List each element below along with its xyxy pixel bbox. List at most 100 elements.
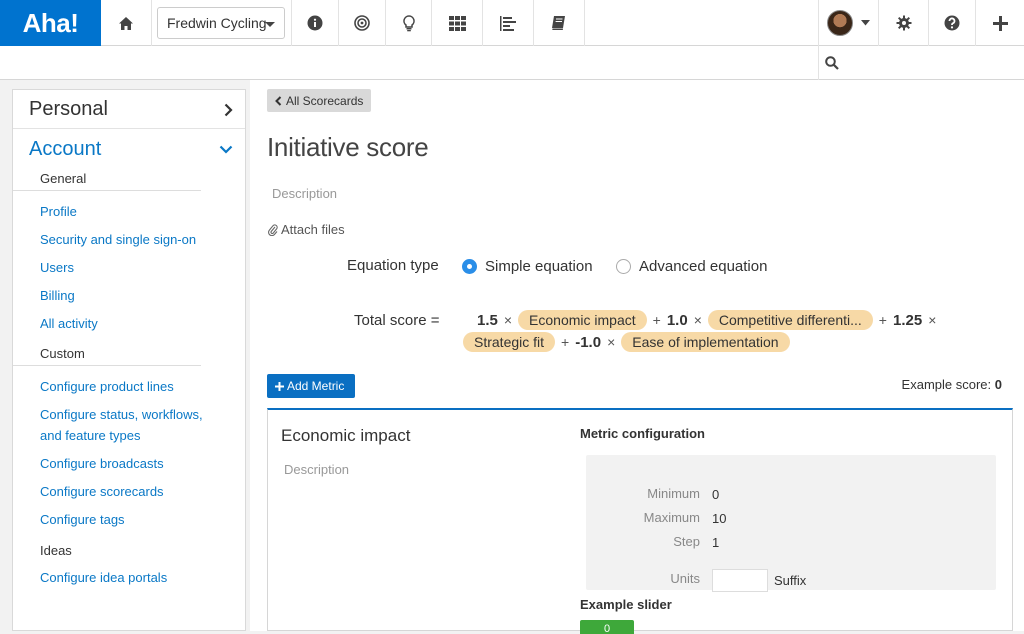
workspace-name: Fredwin Cycling — [167, 15, 267, 31]
minimum-value[interactable]: 0 — [712, 487, 719, 502]
sidebar-account[interactable]: Account — [13, 129, 245, 169]
top-navigation-bar: Aha! Fredwin Cycling — [0, 0, 1024, 46]
term-weight[interactable]: -1.0 — [575, 334, 601, 351]
example-score-value: 0 — [994, 377, 1002, 392]
user-menu[interactable] — [818, 0, 879, 46]
attach-files-label: Attach files — [281, 222, 345, 237]
metric-pill[interactable]: Ease of implementation — [621, 332, 790, 352]
sidebar-section-custom: Custom — [13, 338, 201, 366]
attach-files-link[interactable]: Attach files — [268, 222, 345, 237]
sidebar-link-billing[interactable]: Billing — [13, 282, 213, 310]
info-icon[interactable] — [291, 0, 339, 46]
units-input[interactable] — [712, 569, 768, 592]
page-title[interactable]: Initiative score — [267, 132, 429, 163]
formula-line-1: 1.5 × Economic impact + 1.0 × Competitiv… — [477, 310, 936, 330]
metric-name[interactable]: Economic impact — [281, 426, 410, 446]
sidebar-link-tags[interactable]: Configure tags — [13, 506, 213, 534]
radio-simple-equation[interactable]: Simple equation — [462, 258, 593, 275]
chevron-down-icon — [265, 22, 275, 27]
metric-config-heading: Metric configuration — [580, 426, 705, 441]
description-field[interactable]: Description — [272, 186, 337, 201]
secondary-bar — [0, 46, 1024, 80]
chevron-right-icon — [224, 103, 233, 117]
units-label: Units — [670, 571, 700, 586]
back-label: All Scorecards — [286, 93, 364, 108]
search-box[interactable] — [818, 46, 1024, 80]
sidebar-section-ideas: Ideas — [40, 543, 72, 558]
maximum-value[interactable]: 10 — [712, 511, 726, 526]
aha-logo[interactable]: Aha! — [0, 0, 101, 46]
sidebar-personal[interactable]: Personal — [13, 90, 245, 129]
equation-type-label: Equation type — [347, 257, 439, 274]
lightbulb-icon[interactable] — [386, 0, 432, 46]
example-slider-heading: Example slider — [580, 597, 672, 612]
term-weight[interactable]: 1.5 — [477, 312, 498, 329]
units-row: Units — [586, 571, 700, 589]
gear-icon[interactable] — [879, 0, 929, 46]
radio-unchecked-icon — [616, 259, 631, 274]
multiply-sign: × — [607, 334, 616, 350]
sidebar-link-idea-portals[interactable]: Configure idea portals — [13, 564, 213, 592]
term-weight[interactable]: 1.0 — [667, 312, 688, 329]
sidebar-personal-label: Personal — [29, 97, 108, 120]
sidebar-link-users[interactable]: Users — [13, 254, 213, 282]
sidebar-link-broadcasts[interactable]: Configure broadcasts — [13, 450, 213, 478]
sidebar-link-product-lines[interactable]: Configure product lines — [13, 373, 213, 401]
metric-pill[interactable]: Strategic fit — [463, 332, 556, 352]
metric-pill[interactable]: Competitive differenti... — [707, 310, 873, 330]
metric-card: Economic impact Description Metric confi… — [267, 408, 1013, 634]
example-score: Example score: 0 — [902, 377, 1002, 392]
sidebar-link-all-activity[interactable]: All activity — [13, 310, 213, 338]
chevron-down-icon — [861, 20, 870, 26]
grid-icon[interactable] — [432, 0, 483, 46]
multiply-sign: × — [693, 312, 702, 328]
radio-simple-label: Simple equation — [485, 258, 593, 275]
workspace-selector[interactable]: Fredwin Cycling — [157, 7, 285, 39]
plus-sign: + — [878, 312, 887, 328]
example-slider-handle[interactable]: 0 — [580, 620, 634, 634]
total-score-label: Total score = — [354, 312, 440, 329]
example-score-label: Example score: — [901, 377, 992, 392]
chevron-left-icon — [275, 95, 282, 106]
suffix-label: Suffix — [774, 573, 807, 588]
maximum-row: Maximum — [586, 510, 700, 528]
target-icon[interactable] — [339, 0, 386, 46]
radio-advanced-equation[interactable]: Advanced equation — [616, 258, 767, 275]
step-row: Step — [586, 534, 700, 552]
minimum-label: Minimum — [647, 486, 700, 501]
sidebar-account-label: Account — [29, 137, 102, 160]
metric-config-panel: Minimum 0 Maximum 10 Step 1 Units Suffix — [586, 455, 996, 592]
minimum-row: Minimum — [586, 486, 700, 504]
help-icon[interactable] — [929, 0, 976, 46]
scorecard-editor: All Scorecards Initiative score Descript… — [250, 80, 1024, 634]
multiply-sign: × — [503, 312, 513, 328]
sidebar-link-profile[interactable]: Profile — [13, 198, 213, 226]
radio-checked-icon — [462, 259, 477, 274]
sidebar-link-status-workflows[interactable]: Configure status, workflows, and feature… — [13, 401, 203, 450]
settings-sidebar: Personal Account General Profile Securit… — [12, 89, 246, 631]
book-icon[interactable] — [534, 0, 585, 46]
metric-description-field[interactable]: Description — [284, 462, 349, 477]
step-value[interactable]: 1 — [712, 535, 719, 550]
maximum-label: Maximum — [643, 510, 700, 525]
plus-sign: + — [561, 334, 570, 350]
add-metric-button[interactable]: Add Metric — [267, 374, 355, 398]
sidebar-link-scorecards[interactable]: Configure scorecards — [13, 478, 213, 506]
step-label: Step — [673, 534, 700, 549]
radio-advanced-label: Advanced equation — [639, 258, 768, 275]
plus-icon — [275, 381, 284, 391]
metric-pill[interactable]: Economic impact — [518, 310, 647, 330]
plus-sign: + — [652, 312, 661, 328]
home-icon[interactable] — [101, 0, 152, 46]
chevron-down-icon — [219, 145, 233, 154]
plus-icon[interactable] — [976, 0, 1024, 46]
search-icon — [825, 56, 839, 70]
sidebar-link-security[interactable]: Security and single sign-on — [13, 226, 213, 254]
roadmap-icon[interactable] — [483, 0, 534, 46]
term-weight[interactable]: 1.25 — [893, 312, 922, 329]
paperclip-icon — [268, 223, 278, 236]
sidebar-section-general: General — [13, 169, 201, 191]
multiply-sign: × — [928, 312, 937, 328]
add-metric-label: Add Metric — [287, 379, 345, 393]
all-scorecards-button[interactable]: All Scorecards — [267, 89, 371, 112]
